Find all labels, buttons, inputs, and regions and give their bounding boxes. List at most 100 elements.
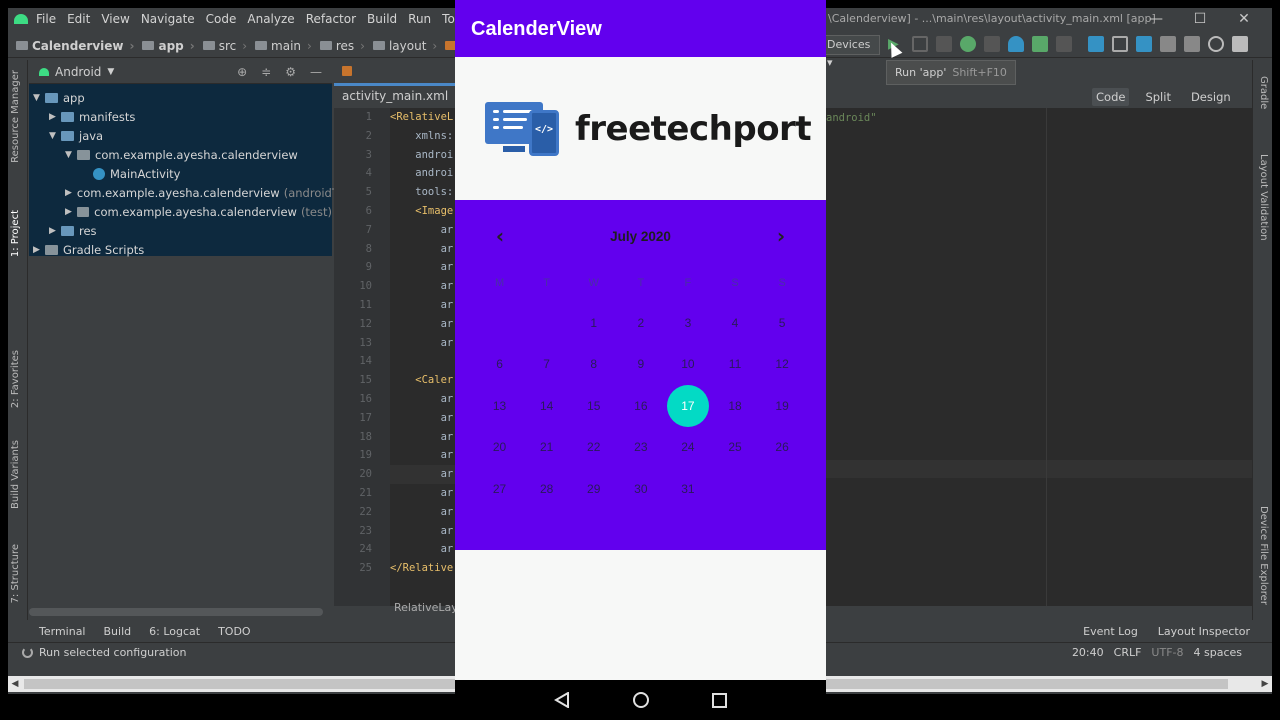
- locate-icon[interactable]: ⊕: [237, 65, 247, 79]
- day-cell[interactable]: 31: [664, 468, 711, 510]
- code-line[interactable]: ar: [390, 277, 464, 296]
- code-line[interactable]: xmlns:: [390, 127, 464, 146]
- line-separator[interactable]: CRLF: [1114, 646, 1142, 659]
- expand-arrow-icon[interactable]: ▶: [65, 188, 72, 198]
- day-cell[interactable]: 8: [570, 344, 617, 386]
- menu-analyze[interactable]: Analyze: [247, 12, 294, 26]
- tree-node-gradle-scripts[interactable]: ▶ Gradle Scripts: [29, 240, 332, 259]
- day-cell[interactable]: 30: [617, 468, 664, 510]
- day-cell[interactable]: 21: [523, 427, 570, 469]
- expand-arrow-icon[interactable]: ▶: [49, 112, 61, 122]
- maximize-button[interactable]: ☐: [1178, 8, 1222, 30]
- tool-event-log[interactable]: Event Log: [1083, 625, 1138, 638]
- collapse-all-icon[interactable]: ≑: [261, 65, 271, 79]
- day-cell[interactable]: 9: [617, 344, 664, 386]
- tab-device-file-explorer[interactable]: Device File Explorer: [1258, 506, 1269, 605]
- tab-structure[interactable]: 7: Structure: [10, 544, 21, 603]
- code-line[interactable]: ar: [390, 484, 464, 503]
- device-manager-icon[interactable]: [1160, 36, 1176, 52]
- breadcrumb-main[interactable]: main ›: [255, 39, 312, 53]
- day-cell[interactable]: 27: [476, 468, 523, 510]
- account-icon[interactable]: [1232, 36, 1248, 52]
- tab-project[interactable]: 1: Project: [10, 210, 21, 257]
- day-cell[interactable]: 7: [523, 344, 570, 386]
- code-line[interactable]: ar: [390, 296, 464, 315]
- code-line[interactable]: ar: [390, 240, 464, 259]
- expand-arrow-icon[interactable]: ▼: [33, 93, 45, 103]
- tab-gradle[interactable]: Gradle: [1258, 76, 1269, 109]
- apply-code-changes-icon[interactable]: [936, 36, 952, 52]
- code-line[interactable]: ar: [390, 465, 464, 484]
- code-editor-right-area[interactable]: android": [826, 108, 1252, 606]
- stop-icon[interactable]: [1056, 36, 1072, 52]
- expand-arrow-icon[interactable]: ▶: [33, 245, 45, 255]
- view-mode-code[interactable]: Code: [1092, 88, 1130, 106]
- tree-node-java[interactable]: ▼ java: [29, 126, 332, 145]
- menu-refactor[interactable]: Refactor: [306, 12, 356, 26]
- breadcrumb-project[interactable]: Calenderview ›: [16, 39, 134, 53]
- next-month-button[interactable]: ›: [774, 224, 788, 248]
- home-button[interactable]: [632, 692, 649, 708]
- tab-activity-main-xml[interactable]: activity_main.xml: [334, 60, 464, 103]
- day-cell[interactable]: 24: [664, 427, 711, 469]
- search-icon[interactable]: [1208, 36, 1224, 52]
- caret-position[interactable]: 20:40: [1072, 646, 1104, 659]
- day-cell[interactable]: 10: [664, 344, 711, 386]
- day-cell[interactable]: 25: [711, 427, 758, 469]
- indent-setting[interactable]: 4 spaces: [1194, 646, 1243, 659]
- day-cell[interactable]: 18: [711, 385, 758, 427]
- day-cell[interactable]: 22: [570, 427, 617, 469]
- profile-icon[interactable]: [1008, 36, 1024, 52]
- tree-node-package-androidtest[interactable]: ▶ com.example.ayesha.calenderview (android…: [29, 183, 355, 202]
- close-button[interactable]: ✕: [1222, 8, 1266, 30]
- menu-view[interactable]: View: [101, 12, 129, 26]
- menu-code[interactable]: Code: [206, 12, 237, 26]
- tool-logcat[interactable]: 6: Logcat: [149, 625, 200, 638]
- tree-node-manifests[interactable]: ▶ manifests: [29, 107, 332, 126]
- day-cell[interactable]: 26: [759, 427, 806, 469]
- day-cell[interactable]: 11: [711, 344, 758, 386]
- attach-debugger-icon[interactable]: [984, 36, 1000, 52]
- tree-node-res[interactable]: ▶ res: [29, 221, 332, 240]
- day-cell[interactable]: 14: [523, 385, 570, 427]
- file-encoding[interactable]: UTF-8: [1151, 646, 1183, 659]
- tab-resource-manager[interactable]: Resource Manager: [10, 70, 21, 163]
- day-cell[interactable]: 20: [476, 427, 523, 469]
- code-line[interactable]: </Relative: [390, 559, 464, 578]
- day-cell[interactable]: 1: [570, 302, 617, 344]
- expand-arrow-icon[interactable]: ▶: [65, 207, 77, 217]
- code-line[interactable]: ar: [390, 334, 464, 353]
- apply-changes-restart-icon[interactable]: [1032, 36, 1048, 52]
- day-cell[interactable]: 15: [570, 385, 617, 427]
- menu-navigate[interactable]: Navigate: [141, 12, 195, 26]
- code-line[interactable]: ar: [390, 428, 464, 447]
- day-cell[interactable]: 5: [759, 302, 806, 344]
- project-view-selector[interactable]: Android: [55, 65, 101, 79]
- sdk-manager-icon[interactable]: [1184, 36, 1200, 52]
- code-line[interactable]: ar: [390, 258, 464, 277]
- code-line[interactable]: <Caler: [390, 371, 464, 390]
- tool-build[interactable]: Build: [104, 625, 132, 638]
- day-cell[interactable]: 2: [617, 302, 664, 344]
- tree-node-app[interactable]: ▼ app: [29, 88, 332, 107]
- debug-icon[interactable]: [960, 36, 976, 52]
- gear-icon[interactable]: ⚙: [285, 65, 296, 79]
- day-cell[interactable]: 29: [570, 468, 617, 510]
- day-cell[interactable]: 13: [476, 385, 523, 427]
- menu-file[interactable]: File: [36, 12, 56, 26]
- hide-icon[interactable]: —: [310, 65, 322, 79]
- tool-terminal[interactable]: Terminal: [39, 625, 86, 638]
- code-editor[interactable]: <RelativeL xmlns: androi androi tools: <…: [390, 108, 464, 606]
- day-cell[interactable]: 12: [759, 344, 806, 386]
- apply-changes-icon[interactable]: [912, 36, 928, 52]
- chevron-down-icon[interactable]: ▼: [107, 67, 114, 77]
- minimize-button[interactable]: —: [1134, 8, 1178, 30]
- code-line[interactable]: ar: [390, 390, 464, 409]
- back-button[interactable]: [554, 692, 570, 708]
- previous-month-button[interactable]: ‹: [493, 224, 507, 248]
- code-line[interactable]: <RelativeL: [390, 108, 464, 127]
- code-line[interactable]: androi: [390, 164, 464, 183]
- tool-layout-inspector[interactable]: Layout Inspector: [1158, 625, 1250, 638]
- tab-build-variants[interactable]: Build Variants: [10, 440, 21, 509]
- code-line[interactable]: ar: [390, 503, 464, 522]
